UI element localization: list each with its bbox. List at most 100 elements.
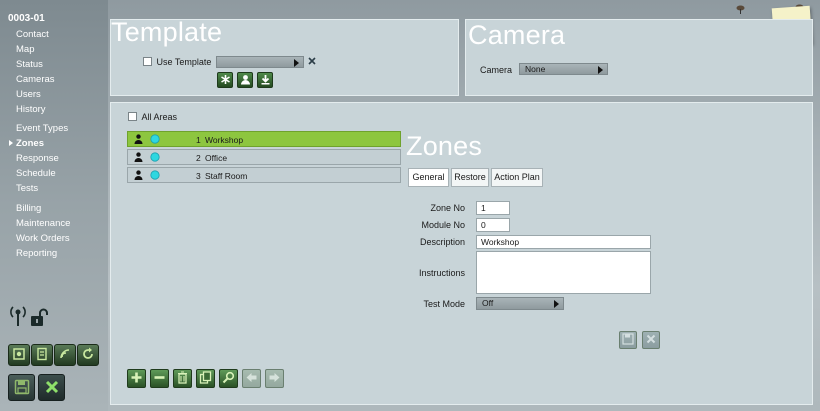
template-title: Template xyxy=(111,17,223,47)
save-all-button[interactable] xyxy=(8,374,35,401)
close-icon xyxy=(44,379,60,397)
floppy-disk-icon xyxy=(14,379,30,397)
ledger-button[interactable] xyxy=(31,344,53,366)
nav-item-response[interactable]: Response xyxy=(16,151,68,166)
zone-number: 1 xyxy=(196,135,201,145)
trash-icon xyxy=(176,371,189,386)
tab-restore[interactable]: Restore xyxy=(451,168,489,187)
zone-status-icon xyxy=(150,152,160,164)
add-zone-button[interactable] xyxy=(127,369,146,388)
zone-status-icon xyxy=(150,170,160,182)
all-areas-label: All Areas xyxy=(141,112,178,122)
module-no-field[interactable]: 0 xyxy=(476,218,510,232)
clear-template-button[interactable] xyxy=(307,56,317,66)
camera-select[interactable]: None xyxy=(519,63,608,75)
move-left-button[interactable] xyxy=(242,369,261,388)
nav-item-tests[interactable]: Tests xyxy=(16,181,68,196)
zone-name: Workshop xyxy=(205,135,244,145)
close-icon xyxy=(307,57,317,68)
instructions-label: Instructions xyxy=(418,268,465,278)
download-template-button[interactable] xyxy=(257,72,273,88)
close-icon xyxy=(645,333,657,347)
apply-template-button[interactable] xyxy=(217,72,233,88)
pushpin-icon xyxy=(736,5,745,14)
nav-group-1: Contact Map Status Cameras Users History xyxy=(16,27,55,117)
description-label: Description xyxy=(419,237,465,247)
arrow-right-icon xyxy=(268,371,281,386)
zone-status-icon xyxy=(150,134,160,146)
all-areas-checkbox[interactable] xyxy=(128,112,137,121)
ledger-icon xyxy=(35,347,49,363)
minus-icon xyxy=(153,371,166,386)
padlock-unlocked-icon[interactable] xyxy=(30,308,48,328)
account-number: 0003-01 xyxy=(8,13,45,24)
refresh-icon xyxy=(81,347,95,363)
asterisk-icon xyxy=(220,74,231,87)
tab-general[interactable]: General xyxy=(408,168,449,187)
cancel-all-button[interactable] xyxy=(38,374,65,401)
zone-row-1[interactable]: 1 Workshop xyxy=(127,131,401,147)
move-right-button[interactable] xyxy=(265,369,284,388)
person-icon xyxy=(134,134,143,146)
template-user-button[interactable] xyxy=(237,72,253,88)
template-select[interactable] xyxy=(216,56,304,68)
copy-icon xyxy=(199,371,212,386)
test-mode-select[interactable]: Off xyxy=(476,297,564,310)
zone-no-field[interactable]: 1 xyxy=(476,201,510,215)
nav-item-work-orders[interactable]: Work Orders xyxy=(16,231,70,246)
dropdown-arrow-icon xyxy=(294,59,299,67)
test-mode-label: Test Mode xyxy=(423,299,465,309)
nav-item-users[interactable]: Users xyxy=(16,87,55,102)
nav-item-status[interactable]: Status xyxy=(16,57,55,72)
description-field[interactable]: Workshop xyxy=(476,235,651,249)
signal-button[interactable] xyxy=(54,344,76,366)
frame-icon xyxy=(12,347,26,363)
signal-icon xyxy=(58,347,72,363)
zone-save-button[interactable] xyxy=(619,331,637,349)
camera-label: Camera xyxy=(480,65,513,75)
antenna-icon[interactable] xyxy=(10,305,26,327)
test-mode-value: Off xyxy=(482,298,494,308)
remove-zone-button[interactable] xyxy=(150,369,169,388)
nav-group-2: Event Types Zones Response Schedule Test… xyxy=(8,121,68,196)
tab-action-plan[interactable]: Action Plan xyxy=(491,168,543,187)
nav-item-cameras[interactable]: Cameras xyxy=(16,72,55,87)
zone-name: Staff Room xyxy=(205,171,248,181)
search-zone-button[interactable] xyxy=(219,369,238,388)
zones-title: Zones xyxy=(406,131,483,161)
person-icon xyxy=(134,170,143,182)
search-icon xyxy=(222,371,235,386)
refresh-button[interactable] xyxy=(77,344,99,366)
instructions-field[interactable] xyxy=(476,251,651,294)
nav-item-map[interactable]: Map xyxy=(16,42,55,57)
user-icon xyxy=(240,74,251,87)
nav-item-maintenance[interactable]: Maintenance xyxy=(16,216,70,231)
dropdown-arrow-icon xyxy=(598,66,603,74)
zone-number: 2 xyxy=(196,153,201,163)
nav-group-3: Billing Maintenance Work Orders Reportin… xyxy=(16,201,70,261)
delete-zone-button[interactable] xyxy=(173,369,192,388)
dropdown-arrow-icon xyxy=(554,300,559,308)
zone-row-3[interactable]: 3 Staff Room xyxy=(127,167,401,183)
nav-item-billing[interactable]: Billing xyxy=(16,201,70,216)
plus-icon xyxy=(130,371,143,386)
zone-row-2[interactable]: 2 Office xyxy=(127,149,401,165)
camera-select-value: None xyxy=(525,64,546,74)
nav-item-reporting[interactable]: Reporting xyxy=(16,246,70,261)
nav-item-history[interactable]: History xyxy=(16,102,55,117)
use-template-checkbox[interactable] xyxy=(143,57,152,66)
nav-item-contact[interactable]: Contact xyxy=(16,27,55,42)
copy-zone-button[interactable] xyxy=(196,369,215,388)
use-template-row: Use Template xyxy=(143,57,211,67)
nav-item-schedule[interactable]: Schedule xyxy=(16,166,68,181)
nav-item-zones[interactable]: Zones xyxy=(8,136,68,151)
camera-frame-button[interactable] xyxy=(8,344,30,366)
zone-cancel-button[interactable] xyxy=(642,331,660,349)
zone-number: 3 xyxy=(196,171,201,181)
nav-item-event-types[interactable]: Event Types xyxy=(16,121,68,136)
use-template-label: Use Template xyxy=(156,57,212,67)
template-panel: Template Use Template xyxy=(110,19,459,96)
person-icon xyxy=(134,152,143,164)
zone-no-label: Zone No xyxy=(430,203,465,213)
zone-name: Office xyxy=(205,153,228,163)
